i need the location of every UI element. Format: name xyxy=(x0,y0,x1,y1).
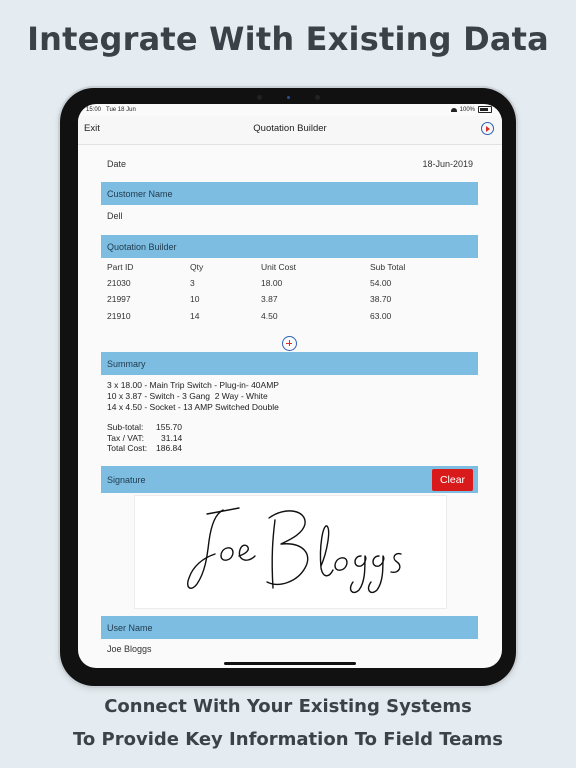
row-1-unit-cost[interactable]: 18.00 xyxy=(261,278,282,288)
username-value[interactable]: Joe Bloggs xyxy=(107,644,152,654)
summary-item: 14 x 4.50 - Socket - 13 AMP Switched Dou… xyxy=(107,402,279,412)
play-icon[interactable] xyxy=(481,122,494,135)
add-row-icon[interactable] xyxy=(282,336,297,351)
sensor-dot xyxy=(315,95,320,100)
wifi-icon xyxy=(450,107,457,112)
status-time: 15:00 xyxy=(86,107,102,113)
camera-icon xyxy=(287,96,290,99)
volume-up-button xyxy=(516,128,518,150)
customer-value[interactable]: Dell xyxy=(107,211,123,221)
subtotal-label: Sub-total: xyxy=(107,422,144,432)
tax-value: 31.14 xyxy=(161,433,183,443)
column-header-sub-total: Sub Total xyxy=(370,262,406,272)
subtotal-value: 155.70 xyxy=(156,422,182,432)
nav-title: Quotation Builder xyxy=(253,123,327,134)
signature-drawing xyxy=(187,507,402,594)
home-indicator[interactable] xyxy=(224,662,356,665)
row-3-unit-cost[interactable]: 4.50 xyxy=(261,311,278,321)
date-value[interactable]: 18-Jun-2019 xyxy=(422,159,473,169)
signature-pad[interactable] xyxy=(134,495,447,609)
quotation-section-header: Quotation Builder xyxy=(101,235,478,258)
status-date: Tue 18 Jun xyxy=(106,107,136,113)
volume-down-button xyxy=(516,156,518,178)
signature-section-header: Signature Clear xyxy=(101,466,478,493)
column-header-qty: Qty xyxy=(190,262,204,272)
row-1-part-id[interactable]: 21030 xyxy=(107,278,131,288)
row-3-sub-total: 63.00 xyxy=(370,311,392,321)
customer-section-header: Customer Name xyxy=(101,182,478,205)
section-title: Customer Name xyxy=(107,189,173,199)
row-1-qty[interactable]: 3 xyxy=(190,278,195,288)
row-2-unit-cost[interactable]: 3.87 xyxy=(261,294,278,304)
row-2-qty[interactable]: 10 xyxy=(190,294,199,304)
section-title: Quotation Builder xyxy=(107,242,177,252)
tagline-line-1: Connect With Your Existing Systems xyxy=(104,696,472,717)
summary-item: 3 x 18.00 - Main Trip Switch - Plug-in- … xyxy=(107,380,279,390)
section-title: Summary xyxy=(107,359,146,369)
section-title: Signature xyxy=(107,475,146,485)
username-section-header: User Name xyxy=(101,616,478,639)
top-button xyxy=(462,86,484,88)
status-right: 100% xyxy=(450,106,492,113)
clear-button[interactable]: Clear xyxy=(432,469,473,491)
summary-section-header: Summary xyxy=(101,352,478,375)
total-label: Total Cost: xyxy=(107,443,148,453)
battery-percent: 100% xyxy=(459,106,475,113)
app-screen: 15:00 Tue 18 Jun 100% Exit Quotation Bui… xyxy=(78,104,502,668)
row-2-sub-total: 38.70 xyxy=(370,294,392,304)
date-label: Date xyxy=(107,159,127,169)
row-3-part-id[interactable]: 21910 xyxy=(107,311,131,321)
row-2-part-id[interactable]: 21997 xyxy=(107,294,131,304)
total-value: 186.84 xyxy=(156,443,182,453)
nav-bar: Exit Quotation Builder xyxy=(78,116,502,145)
summary-item: 10 x 3.87 - Switch - 3 Gang 2 Way - Whit… xyxy=(107,391,268,401)
row-3-qty[interactable]: 14 xyxy=(190,311,199,321)
column-header-part-id: Part ID xyxy=(107,262,134,272)
column-header-unit-cost: Unit Cost xyxy=(261,262,296,272)
battery-icon xyxy=(478,106,492,113)
row-1-sub-total: 54.00 xyxy=(370,278,392,288)
status-bar: 15:00 Tue 18 Jun 100% xyxy=(78,104,502,116)
section-title: User Name xyxy=(107,623,153,633)
headline: Integrate With Existing Data xyxy=(27,20,549,58)
tax-label: Tax / VAT: xyxy=(107,433,145,443)
sensor-dot xyxy=(257,95,262,100)
tagline-line-2: To Provide Key Information To Field Team… xyxy=(73,729,503,750)
